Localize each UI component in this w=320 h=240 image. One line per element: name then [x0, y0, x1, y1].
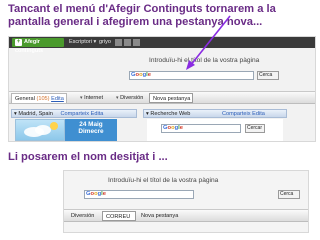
tab-general-label: General [15, 96, 35, 102]
plus-icon: + [15, 39, 22, 46]
tab-diversion[interactable]: Diversión [68, 211, 98, 221]
cloud-icon [24, 122, 58, 137]
toolbar-item-desktop[interactable]: Escriptori ▾ [69, 37, 96, 48]
date-display: 24 Maig Dimecre [65, 119, 117, 141]
screenshot-bottom: Introduïu-hi el títol de la vostra pàgin… [63, 170, 309, 233]
chevron-down-icon: ▾ [116, 95, 119, 101]
date-sub-label: Dimecre [78, 128, 104, 135]
tab-general[interactable]: General (105) Edita [11, 93, 67, 103]
screenshot-top: + Afegir continguts Escriptori ▾ griyo In… [8, 36, 316, 142]
caption-top: Tancant el menú d'Afegir Continguts torn… [8, 3, 276, 28]
search-button[interactable]: Cerca [278, 190, 300, 199]
tab-new-name-value: CORREU [106, 214, 131, 220]
add-content-button[interactable]: + Afegir continguts [12, 38, 64, 54]
tab-diversion-label: Diversión [120, 95, 144, 101]
tab-general-count: (105) [36, 96, 50, 102]
weather-image [15, 119, 65, 141]
toolbar-icon-3[interactable] [133, 39, 140, 46]
tab-internet-label: Internet [84, 95, 104, 101]
chevron-down-icon: ▾ [80, 95, 83, 101]
google-search-input[interactable]: Google [84, 190, 194, 199]
search-button[interactable]: Cerca [257, 71, 279, 80]
tab-new[interactable]: Nova pestanya [149, 93, 193, 103]
tabs-row: General (105) Edita ▾ Internet ▾ Diversi… [9, 91, 315, 104]
tab-diversion-label: Diversión [71, 213, 95, 219]
chevron-down-icon[interactable]: ▾ [146, 111, 149, 117]
google-logo: Google [163, 125, 184, 131]
gadget-search-links[interactable]: Comparteix Edita [222, 111, 265, 117]
tab-internet[interactable]: ▾ Internet [77, 93, 111, 103]
pointer-arrow-icon [186, 15, 231, 70]
gadget-weather-links[interactable]: Comparteix Edita [60, 111, 103, 117]
tab-new-name-input[interactable]: CORREU [102, 211, 136, 221]
toolbar-icon-2[interactable] [124, 39, 131, 46]
web-search-input[interactable]: Google [161, 124, 241, 133]
tab-new-label: Nova pestanya [141, 213, 179, 219]
caption-bottom: Li posarem el nom desitjat i ... [8, 151, 168, 163]
gadget-header-weather: ▾ Madrid, Spain Comparteix Edita [11, 109, 137, 118]
gadget-search-title: Recherche Web [150, 111, 191, 117]
page-title-prompt[interactable]: Introduïu-hi el títol de la vostra pàgin… [108, 177, 218, 184]
tab-new-label: Nova pestanya [153, 96, 191, 102]
web-search-gadget: Google Cercar [147, 119, 283, 141]
gadget-weather-title: Madrid, Spain [18, 111, 53, 117]
toolbar-icon-1[interactable] [115, 39, 122, 46]
gadget-header-search: ▾ Recherche Web Comparteix Edita [143, 109, 287, 118]
tab-general-edit[interactable]: Edita [51, 96, 64, 102]
tabs-row: Diversión CORREU Nova pestanya [64, 209, 308, 222]
google-logo: Google [86, 191, 107, 197]
toolbar-item-user[interactable]: griyo [99, 37, 111, 48]
google-logo: Google [131, 72, 152, 78]
tab-new[interactable]: Nova pestanya [138, 211, 182, 221]
chevron-down-icon[interactable]: ▾ [14, 111, 17, 117]
tab-diversion[interactable]: ▾ Diversión [113, 93, 149, 103]
top-toolbar: + Afegir continguts Escriptori ▾ griyo [9, 37, 315, 54]
web-search-button[interactable]: Cercar [245, 124, 265, 133]
date-label: 24 Maig [79, 121, 103, 128]
